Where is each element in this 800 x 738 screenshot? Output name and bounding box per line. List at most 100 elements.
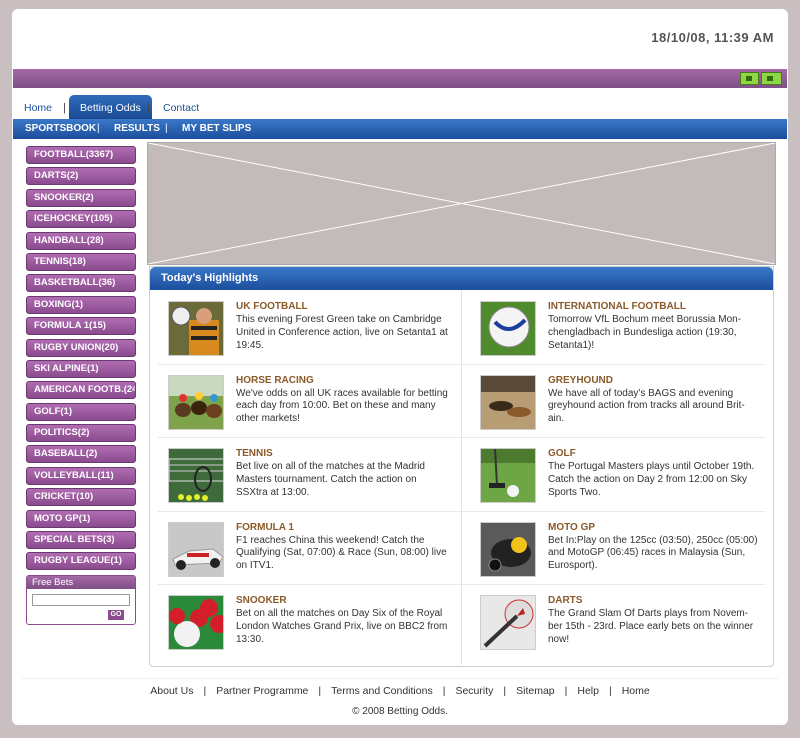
footer-link[interactable]: Sitemap: [516, 685, 555, 697]
sport-button[interactable]: FORMULA 1(15): [26, 317, 136, 336]
nav-contact[interactable]: Contact: [163, 95, 199, 119]
highlight-text: Tomorrow VfL Bochum meet Borussia Mon-ch…: [548, 314, 742, 351]
expand-icon[interactable]: [761, 72, 782, 85]
sport-button[interactable]: MOTO GP(1): [26, 509, 136, 528]
footer-separator: |: [608, 685, 612, 697]
copyright: © 2008 Betting Odds.: [352, 706, 448, 717]
highlight-text: We've odds on all UK races available for…: [236, 387, 448, 425]
highlight-text: Bet live on all of the matches at the Ma…: [236, 461, 425, 498]
footer-separator: |: [203, 685, 207, 697]
highlight-item[interactable]: GREYHOUND We have all of today's BAGS and…: [462, 364, 773, 437]
top-purple-bar: [13, 69, 787, 88]
highlight-title[interactable]: INTERNATIONAL FOOTBALL: [548, 301, 686, 312]
nav-separator: |: [63, 102, 66, 114]
footer-separator: |: [442, 685, 446, 697]
page: 18/10/08, 11:39 AM Home | Betting Odds |…: [12, 9, 788, 725]
sport-button[interactable]: SPECIAL BETS(3): [26, 531, 136, 550]
toggle-icon[interactable]: [740, 72, 759, 85]
horse-racing-photo[interactable]: [168, 374, 224, 430]
sport-button[interactable]: AMERICAN FOOTB.(24): [26, 381, 136, 400]
golf-photo[interactable]: [480, 448, 536, 503]
highlight-text: F1 reaches China this weekend! Catch the…: [236, 534, 447, 572]
highlight-text: Bet on all the matches on Day Six of the…: [236, 608, 448, 645]
footer-separator: |: [564, 685, 568, 697]
nav-betting-odds[interactable]: Betting Odds: [69, 95, 152, 119]
footer-link[interactable]: Terms and Conditions: [331, 685, 433, 697]
datetime: 18/10/08, 11:39 AM: [651, 30, 774, 45]
snooker-balls-photo[interactable]: [168, 595, 224, 650]
highlight-title[interactable]: GREYHOUND: [548, 375, 613, 386]
highlight-item[interactable]: INTERNATIONAL FOOTBALL Tomorrow VfL Bochu…: [462, 290, 773, 363]
sport-button[interactable]: FOOTBALL(3367): [26, 146, 136, 164]
banner-placeholder: [147, 142, 776, 265]
footer-links: About Us | Partner Programme | Terms and Con…: [12, 685, 788, 697]
subnav-results[interactable]: RESULTS: [114, 119, 160, 139]
sport-button[interactable]: CRICKET(10): [26, 488, 136, 507]
tennis-photo[interactable]: [168, 448, 224, 503]
highlight-title[interactable]: UK FOOTBALL: [236, 301, 308, 312]
sport-button[interactable]: BASKETBALL(36): [26, 274, 136, 293]
footer-separator: |: [318, 685, 322, 697]
highlight-item[interactable]: GOLF The Portugal Masters plays until Oct…: [462, 437, 773, 510]
highlight-item[interactable]: HORSE RACING We've odds on all UK races a…: [150, 364, 461, 437]
sport-button[interactable]: RUGBY UNION(20): [26, 338, 136, 357]
free-bets-box: Free Bets GO: [26, 575, 136, 625]
formula1-car-photo[interactable]: [168, 521, 224, 577]
sport-button[interactable]: TENNIS(18): [26, 252, 136, 271]
free-bets-title: Free Bets: [27, 576, 135, 589]
sport-button[interactable]: POLITICS(2): [26, 424, 136, 443]
highlight-title[interactable]: DARTS: [548, 595, 582, 606]
highlight-title[interactable]: HORSE RACING: [236, 375, 314, 386]
subnav-separator: |: [97, 123, 100, 134]
darts-photo[interactable]: [480, 595, 536, 650]
footer-link[interactable]: Home: [622, 685, 650, 697]
motogp-photo[interactable]: [480, 521, 536, 577]
highlight-text: The Grand Slam Of Darts plays from Novem…: [548, 608, 754, 645]
sport-button[interactable]: BOXING(1): [26, 295, 136, 314]
free-bets-go-button[interactable]: GO: [108, 610, 124, 620]
top-nav: Home | Betting Odds | Contact: [12, 95, 788, 119]
sport-button[interactable]: DARTS(2): [26, 167, 136, 186]
highlight-item[interactable]: MOTO GP Bet In:Play on the 125cc (03:50),…: [462, 511, 773, 584]
header: 18/10/08, 11:39 AM: [12, 9, 788, 69]
footer-link[interactable]: Security: [455, 685, 493, 697]
subnav-sportsbook[interactable]: SPORTSBOOK: [25, 119, 96, 139]
greyhound-photo[interactable]: [480, 374, 536, 430]
subnav-separator: |: [165, 123, 168, 134]
nav-separator: |: [147, 102, 150, 114]
highlight-item[interactable]: FORMULA 1 F1 reaches China this weekend! …: [150, 511, 461, 584]
highlight-title[interactable]: GOLF: [548, 448, 576, 459]
free-bets-input[interactable]: [32, 594, 130, 606]
sport-button[interactable]: ICEHOCKEY(105): [26, 210, 136, 229]
highlight-item[interactable]: UK FOOTBALL This evening Forest Green tak…: [150, 290, 461, 363]
sports-sidebar: FOOTBALL(3367) DARTS(2) SNOOKER(2) ICEHOCKE…: [26, 146, 137, 574]
sport-button[interactable]: RUGBY LEAGUE(1): [26, 552, 136, 571]
banner-cross-icon: [148, 143, 775, 264]
sport-button[interactable]: GOLF(1): [26, 402, 136, 421]
sport-button[interactable]: VOLLEYBALL(11): [26, 466, 136, 485]
highlight-title[interactable]: TENNIS: [236, 448, 273, 459]
highlight-text: Bet In:Play on the 125cc (03:50), 250cc …: [548, 534, 758, 572]
football-player-photo[interactable]: [168, 301, 224, 356]
sport-button[interactable]: SNOOKER(2): [26, 188, 136, 207]
todays-highlights: Today's Highlights UK FOOTBALL This eveni…: [149, 266, 774, 667]
footer-link[interactable]: About Us: [150, 685, 193, 697]
sport-button[interactable]: HANDBALL(28): [26, 231, 136, 250]
highlight-title[interactable]: MOTO GP: [548, 522, 595, 533]
sport-button[interactable]: SKI ALPINE(1): [26, 359, 136, 378]
highlights-title: Today's Highlights: [150, 267, 773, 290]
highlight-title[interactable]: SNOOKER: [236, 595, 287, 606]
highlight-title[interactable]: FORMULA 1: [236, 522, 294, 533]
nav-home[interactable]: Home: [24, 95, 52, 119]
soccer-ball-photo[interactable]: [480, 301, 536, 356]
highlight-item[interactable]: TENNIS Bet live on all of the matches at …: [150, 437, 461, 510]
subnav-my-bet-slips[interactable]: MY BET SLIPS: [182, 119, 251, 139]
footer-link[interactable]: Partner Programme: [216, 685, 308, 697]
highlight-text: We have all of today's BAGS and evening …: [548, 387, 745, 425]
footer-link[interactable]: Help: [577, 685, 599, 697]
highlight-item[interactable]: SNOOKER Bet on all the matches on Day Six…: [150, 584, 461, 657]
sport-button[interactable]: BASEBALL(2): [26, 445, 136, 464]
highlight-item[interactable]: DARTS The Grand Slam Of Darts plays from …: [462, 584, 773, 657]
footer-divider: [22, 678, 778, 679]
footer-separator: |: [503, 685, 507, 697]
